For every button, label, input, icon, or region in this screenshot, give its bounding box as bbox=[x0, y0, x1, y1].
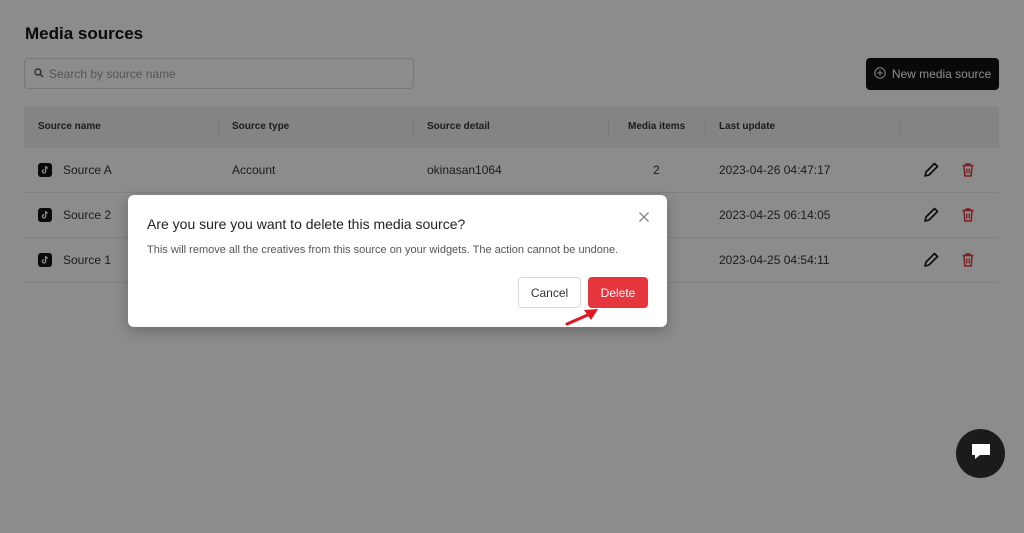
dialog-message: This will remove all the creatives from … bbox=[147, 244, 619, 256]
delete-button[interactable]: Delete bbox=[588, 277, 648, 308]
chat-widget-button[interactable] bbox=[956, 429, 1005, 478]
close-icon[interactable] bbox=[637, 210, 651, 224]
cancel-button[interactable]: Cancel bbox=[518, 277, 581, 308]
red-arrow-icon bbox=[564, 306, 600, 328]
dialog-title: Are you sure you want to delete this med… bbox=[147, 216, 466, 232]
chat-icon bbox=[970, 441, 992, 466]
